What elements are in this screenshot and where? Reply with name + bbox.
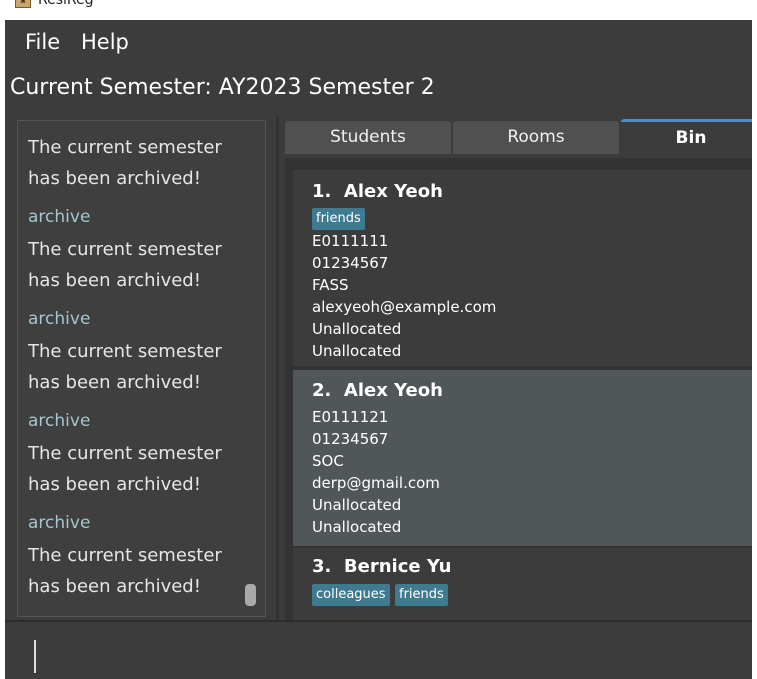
title-bar: ♜ ResiReg (0, 0, 757, 20)
allocation-status: Unallocated (312, 496, 402, 514)
log-line: The current semester (28, 443, 222, 464)
card-index: 2. (312, 380, 332, 401)
allocation-status: Unallocated (312, 518, 402, 536)
bin-list: 1. Alex Yeoh friends E0111111 01234567 F… (285, 158, 757, 622)
main-window: File Help Current Semester: AY2023 Semes… (5, 20, 757, 679)
log-command: archive (28, 207, 91, 227)
log-line: The current semester (28, 341, 222, 362)
log-command: archive (28, 309, 91, 329)
log-line: has been archived! (28, 168, 201, 189)
email: alexyeoh@example.com (312, 298, 497, 316)
log-line: The current semester (28, 545, 222, 566)
email: derp@gmail.com (312, 474, 440, 492)
log-line: has been archived! (28, 576, 201, 597)
list-item[interactable]: 3. Bernice Yu colleagues friends (293, 548, 757, 622)
menu-help[interactable]: Help (81, 30, 129, 54)
log-command: archive (28, 513, 91, 533)
tag-badge: colleagues (312, 584, 390, 606)
log-line: has been archived! (28, 474, 201, 495)
current-semester-label: Current Semester: AY2023 Semester 2 (10, 75, 435, 100)
card-name: Bernice Yu (343, 556, 452, 577)
allocation-status: Unallocated (312, 320, 402, 338)
list-item[interactable]: 1. Alex Yeoh friends E0111111 01234567 F… (293, 170, 757, 366)
card-name: Alex Yeoh (343, 380, 443, 401)
log-command: archive (28, 411, 91, 431)
log-scrollbar-thumb[interactable] (245, 584, 256, 606)
card-title: 3. Bernice Yu (312, 556, 451, 577)
card-title: 2. Alex Yeoh (312, 380, 443, 401)
tab-students[interactable]: Students (285, 121, 451, 154)
phone-number: 01234567 (312, 254, 389, 272)
tab-rooms[interactable]: Rooms (453, 121, 619, 154)
log-line: has been archived! (28, 372, 201, 393)
allocation-status: Unallocated (312, 342, 402, 360)
command-input[interactable] (5, 620, 757, 679)
tab-bar: Students Rooms Bin (285, 119, 757, 157)
tag-badge: friends (395, 584, 448, 606)
phone-number: 01234567 (312, 430, 389, 448)
card-name: Alex Yeoh (343, 181, 443, 202)
card-title: 1. Alex Yeoh (312, 181, 443, 202)
matric-number: E0111111 (312, 232, 389, 250)
faculty: FASS (312, 276, 349, 294)
tab-bin[interactable]: Bin (621, 119, 757, 153)
card-index: 3. (312, 556, 332, 577)
menu-bar: File Help (5, 20, 757, 66)
split-divider[interactable] (276, 115, 279, 620)
menu-file[interactable]: File (25, 30, 60, 54)
window-title: ResiReg (38, 0, 94, 8)
command-result-log[interactable]: The current semester has been archived! … (17, 120, 266, 617)
faculty: SOC (312, 452, 344, 470)
log-line: The current semester (28, 137, 222, 158)
text-caret (34, 640, 36, 673)
list-item[interactable]: 2. Alex Yeoh E0111121 01234567 SOC derp@… (293, 370, 757, 546)
log-line: has been archived! (28, 270, 201, 291)
log-line: The current semester (28, 239, 222, 260)
card-index: 1. (312, 181, 332, 202)
window-edge (752, 0, 757, 679)
matric-number: E0111121 (312, 408, 389, 426)
app-icon: ♜ (15, 0, 31, 8)
tag-badge: friends (312, 208, 365, 230)
